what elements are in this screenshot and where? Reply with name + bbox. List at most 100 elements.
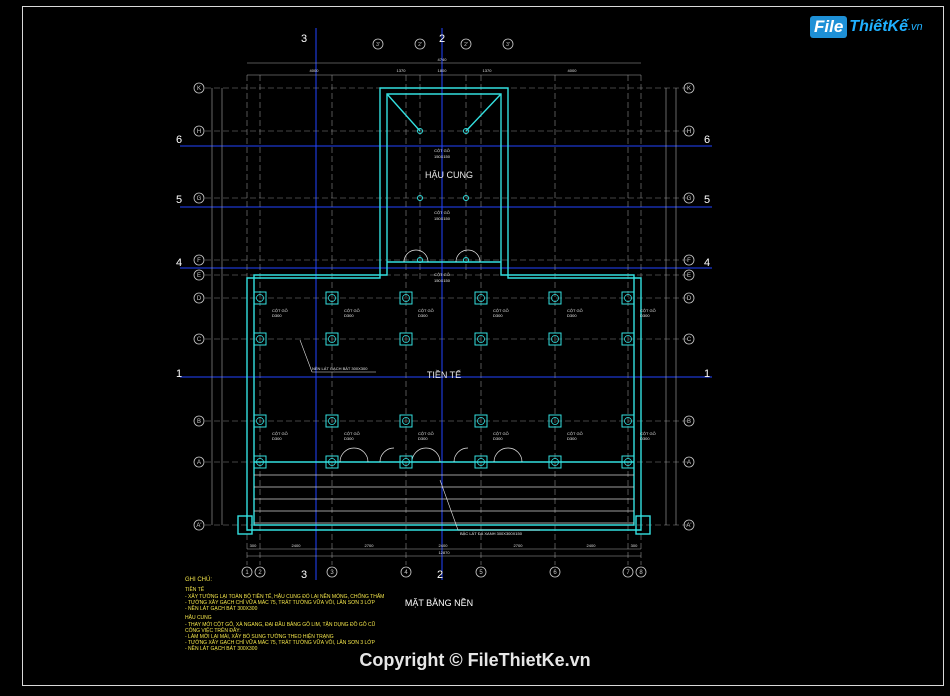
svg-text:2': 2'	[464, 42, 468, 48]
svg-text:5: 5	[479, 570, 483, 576]
dim-bottom-3: 2400	[439, 543, 449, 548]
room-label-tien-te: TIỀN TẾ	[427, 370, 461, 380]
axis-bubble-bottom-0: 1	[241, 566, 253, 578]
dim-top-3: 1370	[483, 68, 493, 73]
axis-bubble-left-4: E	[193, 269, 205, 281]
axis-num-right-3: 1	[704, 368, 710, 380]
cad-viewport: File ThiếtKế .vn CỘT GỖ D300 CỘT GỖ D300…	[0, 0, 950, 696]
notes-line2-2: - LÀM MỚI LẠI MÁI, XÂY BỔ SUNG TƯỜNG THE…	[185, 632, 334, 640]
front-steps	[254, 474, 634, 524]
column-size: D300	[493, 436, 503, 441]
svg-text:C: C	[687, 337, 692, 343]
svg-text:K: K	[687, 86, 691, 92]
axis-bubble-top-2: 3'	[372, 38, 384, 50]
svg-text:B: B	[197, 419, 201, 425]
svg-text:D: D	[687, 296, 692, 302]
annotation-step: BẬC LÁT ĐÁ XANH 300X300X150	[460, 531, 523, 536]
axis-num-left-2: 4	[176, 257, 182, 269]
axis-top-big-1: 2	[439, 33, 445, 45]
svg-text:H: H	[197, 129, 201, 135]
svg-text:3': 3'	[506, 42, 510, 48]
notes-line2-1: CÔNG VIỆC TRÊN ĐÂY:	[185, 626, 241, 634]
column-size: D300	[418, 436, 428, 441]
col-label-upper-1: CỘT GỖ	[434, 148, 450, 153]
general-notes: GHI CHÚ: TIỀN TẾ - XÂY TƯỜNG LẠI TOÀN BỘ…	[185, 576, 384, 652]
axis-bubble-left-0: K	[193, 82, 205, 94]
axis-bubble-top-5: 3'	[502, 38, 514, 50]
axis-bubble-bottom-3: 4	[400, 566, 412, 578]
axis-num-right-0: 6	[704, 134, 710, 146]
svg-text:C: C	[197, 337, 202, 343]
axis-bubble-top-4: 2'	[460, 38, 472, 50]
svg-text:A: A	[197, 460, 201, 466]
column-size: D300	[344, 313, 354, 318]
svg-text:3: 3	[330, 570, 334, 576]
axis-bubble-top-3: 2'	[414, 38, 426, 50]
svg-text:K: K	[197, 86, 201, 92]
svg-text:F: F	[197, 258, 201, 264]
svg-text:1: 1	[245, 570, 249, 576]
column-size: D300	[272, 436, 282, 441]
axis-bubble-bottom-7: 8	[635, 566, 647, 578]
svg-text:B: B	[687, 419, 691, 425]
col-size-upper-3: 150X150	[434, 278, 451, 283]
notes-line1-2: - NỀN LÁT GẠCH BÁT 300X300	[185, 605, 258, 612]
notes-group2: HẬU CUNG	[185, 614, 212, 621]
axis-num-right-1: 5	[704, 194, 710, 206]
svg-text:8: 8	[639, 570, 643, 576]
axis-bubble-left-8: A	[193, 456, 205, 468]
dim-bottom-4: 2700	[514, 543, 524, 548]
column-size: D300	[344, 436, 354, 441]
axis-bubble-bottom-5: 6	[549, 566, 561, 578]
col-size-upper-2: 150X150	[434, 216, 451, 221]
dim-top-5: 4740	[438, 57, 448, 62]
column-size: D300	[418, 313, 428, 318]
dim-bottom-5: 2400	[587, 543, 597, 548]
axis-bubble-left-5: D	[193, 292, 205, 304]
column-size: D300	[567, 313, 577, 318]
column-size: D300	[640, 313, 650, 318]
copyright-text: Copyright © FileThietKe.vn	[359, 650, 591, 670]
svg-text:A': A'	[686, 523, 691, 529]
axis-bubble-left-7: B	[193, 415, 205, 427]
svg-text:4: 4	[404, 570, 408, 576]
dim-top-2: 1800	[438, 68, 448, 73]
col-label-upper-2: CỘT GỖ	[434, 210, 450, 215]
dimension-texts: 4000 1370 1800 1370 4000 4740 300 2400 2700 2400 2…	[250, 57, 638, 555]
svg-text:F: F	[687, 258, 691, 264]
drawing-title: MẶT BẰNG NỀN	[405, 598, 473, 608]
col-size-upper-1: 150X150	[434, 154, 451, 159]
notes-line1-1: - TƯỜNG XÂY GẠCH CHỈ VỮA MÁC 75, TRÁT TƯ…	[185, 599, 376, 606]
axis-bottom-big-0: 3	[301, 569, 307, 581]
axis-bubble-bottom-6: 7	[622, 566, 634, 578]
svg-text:3': 3'	[376, 42, 380, 48]
annotation-floor: NỀN LÁT GẠCH BÁT 300X300	[312, 366, 368, 371]
axis-num-left-3: 1	[176, 368, 182, 380]
axis-bottom-big-1: 2	[437, 569, 443, 581]
svg-text:G: G	[197, 196, 202, 202]
floor-plan-drawing: CỘT GỖD300CỘT GỖD300CỘT GỖD300CỘT GỖD300…	[176, 28, 712, 652]
axis-bubble-left-9: A'	[193, 519, 205, 531]
dim-bottom-2: 2700	[365, 543, 375, 548]
dim-top-0: 4000	[310, 68, 320, 73]
axis-bubble-bottom-2: 3	[326, 566, 338, 578]
axis-num-left-0: 6	[176, 134, 182, 146]
axis-num-left-1: 5	[176, 194, 182, 206]
column-size: D300	[493, 313, 503, 318]
column-size: D300	[272, 313, 282, 318]
axis-bubble-right-9: A'	[683, 519, 695, 531]
column-size: D300	[567, 436, 577, 441]
axis-num-right-2: 4	[704, 257, 710, 269]
svg-text:D: D	[197, 296, 202, 302]
svg-text:E: E	[687, 273, 691, 279]
dim-bottom-0: 300	[250, 543, 257, 548]
dim-top-4: 4000	[568, 68, 578, 73]
svg-text:G: G	[687, 196, 692, 202]
notes-line1-0: - XÂY TƯỜNG LẠI TOÀN BỘ TIỀN TẾ, HẬU CUN…	[185, 593, 384, 600]
svg-text:6: 6	[553, 570, 557, 576]
axis-bubble-left-6: C	[193, 333, 205, 345]
axis-bubble-bottom-4: 5	[475, 566, 487, 578]
dim-top-1: 1370	[397, 68, 407, 73]
dim-bottom-7: 12870	[438, 550, 450, 555]
notes-heading: GHI CHÚ:	[185, 576, 212, 583]
